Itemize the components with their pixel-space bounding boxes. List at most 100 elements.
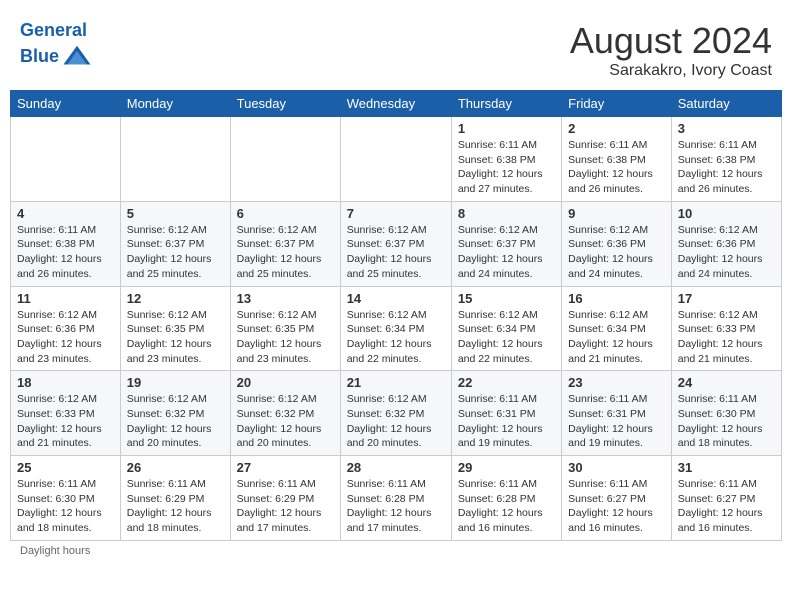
day-info: Sunrise: 6:11 AM Sunset: 6:38 PM Dayligh… bbox=[17, 223, 114, 282]
calendar-cell: 22 Sunrise: 6:11 AM Sunset: 6:31 PM Dayli… bbox=[451, 371, 561, 456]
calendar-cell: 25Sunrise: 6:11 AM Sunset: 6:30 PM Dayli… bbox=[11, 456, 121, 541]
day-info: Sunrise: 6:12 AM Sunset: 6:32 PM Dayligh… bbox=[347, 392, 445, 451]
calendar-cell: 13 Sunrise: 6:12 AM Sunset: 6:35 PM Dayli… bbox=[230, 286, 340, 371]
calendar-week-2: 4Sunrise: 6:11 AM Sunset: 6:38 PM Daylig… bbox=[11, 201, 782, 286]
day-number: 18 bbox=[17, 375, 114, 390]
day-info: Sunrise: 6:11 AM Sunset: 6:27 PM Dayligh… bbox=[678, 477, 775, 536]
calendar-cell bbox=[340, 117, 451, 202]
day-number: 16 bbox=[568, 291, 665, 306]
day-info: Sunrise: 6:12 AM Sunset: 6:36 PM Dayligh… bbox=[17, 308, 114, 367]
col-header-sunday: Sunday bbox=[11, 91, 121, 117]
day-number: 11 bbox=[17, 291, 114, 306]
day-info: Sunrise: 6:12 AM Sunset: 6:33 PM Dayligh… bbox=[678, 308, 775, 367]
day-info: Sunrise: 6:11 AM Sunset: 6:29 PM Dayligh… bbox=[237, 477, 334, 536]
calendar-cell: 21 Sunrise: 6:12 AM Sunset: 6:32 PM Dayli… bbox=[340, 371, 451, 456]
day-number: 22 bbox=[458, 375, 555, 390]
calendar-cell: 7 Sunrise: 6:12 AM Sunset: 6:37 PM Daylig… bbox=[340, 201, 451, 286]
day-info: Sunrise: 6:12 AM Sunset: 6:37 PM Dayligh… bbox=[347, 223, 445, 282]
calendar-cell: 2 Sunrise: 6:11 AM Sunset: 6:38 PM Daylig… bbox=[562, 117, 672, 202]
calendar-cell: 19 Sunrise: 6:12 AM Sunset: 6:32 PM Dayli… bbox=[120, 371, 230, 456]
day-info: Sunrise: 6:12 AM Sunset: 6:34 PM Dayligh… bbox=[458, 308, 555, 367]
calendar-cell: 8Sunrise: 6:12 AM Sunset: 6:37 PM Daylig… bbox=[451, 201, 561, 286]
col-header-friday: Friday bbox=[562, 91, 672, 117]
day-number: 29 bbox=[458, 460, 555, 475]
calendar-cell: 31 Sunrise: 6:11 AM Sunset: 6:27 PM Dayli… bbox=[671, 456, 781, 541]
calendar-cell: 20Sunrise: 6:12 AM Sunset: 6:32 PM Dayli… bbox=[230, 371, 340, 456]
calendar-cell bbox=[120, 117, 230, 202]
day-number: 26 bbox=[127, 460, 224, 475]
day-number: 9 bbox=[568, 206, 665, 221]
day-info: Sunrise: 6:12 AM Sunset: 6:36 PM Dayligh… bbox=[678, 223, 775, 282]
day-info: Sunrise: 6:12 AM Sunset: 6:34 PM Dayligh… bbox=[568, 308, 665, 367]
day-info: Sunrise: 6:12 AM Sunset: 6:32 PM Dayligh… bbox=[237, 392, 334, 451]
location: Sarakakro, Ivory Coast bbox=[570, 62, 772, 80]
calendar-cell: 26Sunrise: 6:11 AM Sunset: 6:29 PM Dayli… bbox=[120, 456, 230, 541]
day-info: Sunrise: 6:12 AM Sunset: 6:35 PM Dayligh… bbox=[237, 308, 334, 367]
calendar-week-3: 11 Sunrise: 6:12 AM Sunset: 6:36 PM Dayli… bbox=[11, 286, 782, 371]
day-info: Sunrise: 6:11 AM Sunset: 6:38 PM Dayligh… bbox=[568, 138, 665, 197]
calendar-cell: 5 Sunrise: 6:12 AM Sunset: 6:37 PM Daylig… bbox=[120, 201, 230, 286]
day-info: Sunrise: 6:12 AM Sunset: 6:37 PM Dayligh… bbox=[458, 223, 555, 282]
calendar-cell: 1Sunrise: 6:11 AM Sunset: 6:38 PM Daylig… bbox=[451, 117, 561, 202]
day-number: 24 bbox=[678, 375, 775, 390]
day-info: Sunrise: 6:12 AM Sunset: 6:32 PM Dayligh… bbox=[127, 392, 224, 451]
day-number: 23 bbox=[568, 375, 665, 390]
day-info: Sunrise: 6:12 AM Sunset: 6:33 PM Dayligh… bbox=[17, 392, 114, 451]
day-number: 5 bbox=[127, 206, 224, 221]
calendar-cell: 6Sunrise: 6:12 AM Sunset: 6:37 PM Daylig… bbox=[230, 201, 340, 286]
day-number: 12 bbox=[127, 291, 224, 306]
day-number: 17 bbox=[678, 291, 775, 306]
calendar-cell: 24Sunrise: 6:11 AM Sunset: 6:30 PM Dayli… bbox=[671, 371, 781, 456]
day-info: Sunrise: 6:12 AM Sunset: 6:35 PM Dayligh… bbox=[127, 308, 224, 367]
calendar-cell bbox=[230, 117, 340, 202]
day-number: 15 bbox=[458, 291, 555, 306]
calendar-cell: 30 Sunrise: 6:11 AM Sunset: 6:27 PM Dayli… bbox=[562, 456, 672, 541]
day-info: Sunrise: 6:12 AM Sunset: 6:37 PM Dayligh… bbox=[237, 223, 334, 282]
calendar-cell: 15 Sunrise: 6:12 AM Sunset: 6:34 PM Dayli… bbox=[451, 286, 561, 371]
day-number: 19 bbox=[127, 375, 224, 390]
day-number: 27 bbox=[237, 460, 334, 475]
calendar-cell: 18 Sunrise: 6:12 AM Sunset: 6:33 PM Dayli… bbox=[11, 371, 121, 456]
day-number: 2 bbox=[568, 121, 665, 136]
day-info: Sunrise: 6:11 AM Sunset: 6:31 PM Dayligh… bbox=[458, 392, 555, 451]
page-header: General Blue August 2024 Sarakakro, Ivor… bbox=[10, 10, 782, 85]
calendar-cell: 29 Sunrise: 6:11 AM Sunset: 6:28 PM Dayli… bbox=[451, 456, 561, 541]
calendar-week-5: 25Sunrise: 6:11 AM Sunset: 6:30 PM Dayli… bbox=[11, 456, 782, 541]
col-header-monday: Monday bbox=[120, 91, 230, 117]
calendar-week-4: 18 Sunrise: 6:12 AM Sunset: 6:33 PM Dayli… bbox=[11, 371, 782, 456]
calendar-cell: 14 Sunrise: 6:12 AM Sunset: 6:34 PM Dayli… bbox=[340, 286, 451, 371]
day-number: 25 bbox=[17, 460, 114, 475]
day-number: 3 bbox=[678, 121, 775, 136]
calendar-cell: 3 Sunrise: 6:11 AM Sunset: 6:38 PM Daylig… bbox=[671, 117, 781, 202]
month-year: August 2024 bbox=[570, 20, 772, 62]
day-number: 30 bbox=[568, 460, 665, 475]
day-info: Sunrise: 6:11 AM Sunset: 6:27 PM Dayligh… bbox=[568, 477, 665, 536]
day-info: Sunrise: 6:11 AM Sunset: 6:28 PM Dayligh… bbox=[458, 477, 555, 536]
day-info: Sunrise: 6:11 AM Sunset: 6:38 PM Dayligh… bbox=[678, 138, 775, 197]
footer: Daylight hours bbox=[10, 541, 782, 561]
day-info: Sunrise: 6:12 AM Sunset: 6:34 PM Dayligh… bbox=[347, 308, 445, 367]
col-header-tuesday: Tuesday bbox=[230, 91, 340, 117]
calendar-cell: 12 Sunrise: 6:12 AM Sunset: 6:35 PM Dayli… bbox=[120, 286, 230, 371]
day-number: 28 bbox=[347, 460, 445, 475]
calendar-cell: 27 Sunrise: 6:11 AM Sunset: 6:29 PM Dayli… bbox=[230, 456, 340, 541]
calendar-cell: 16 Sunrise: 6:12 AM Sunset: 6:34 PM Dayli… bbox=[562, 286, 672, 371]
calendar-table: SundayMondayTuesdayWednesdayThursdayFrid… bbox=[10, 90, 782, 541]
col-header-wednesday: Wednesday bbox=[340, 91, 451, 117]
day-info: Sunrise: 6:11 AM Sunset: 6:31 PM Dayligh… bbox=[568, 392, 665, 451]
logo-general: General bbox=[20, 20, 87, 40]
day-number: 7 bbox=[347, 206, 445, 221]
day-number: 13 bbox=[237, 291, 334, 306]
calendar-header-row: SundayMondayTuesdayWednesdayThursdayFrid… bbox=[11, 91, 782, 117]
daylight-label: Daylight hours bbox=[20, 545, 90, 557]
day-number: 1 bbox=[458, 121, 555, 136]
col-header-saturday: Saturday bbox=[671, 91, 781, 117]
day-info: Sunrise: 6:12 AM Sunset: 6:37 PM Dayligh… bbox=[127, 223, 224, 282]
calendar-cell: 10Sunrise: 6:12 AM Sunset: 6:36 PM Dayli… bbox=[671, 201, 781, 286]
calendar-cell: 9Sunrise: 6:12 AM Sunset: 6:36 PM Daylig… bbox=[562, 201, 672, 286]
day-number: 21 bbox=[347, 375, 445, 390]
calendar-cell: 23 Sunrise: 6:11 AM Sunset: 6:31 PM Dayli… bbox=[562, 371, 672, 456]
calendar-cell: 17 Sunrise: 6:12 AM Sunset: 6:33 PM Dayli… bbox=[671, 286, 781, 371]
day-number: 14 bbox=[347, 291, 445, 306]
day-number: 31 bbox=[678, 460, 775, 475]
